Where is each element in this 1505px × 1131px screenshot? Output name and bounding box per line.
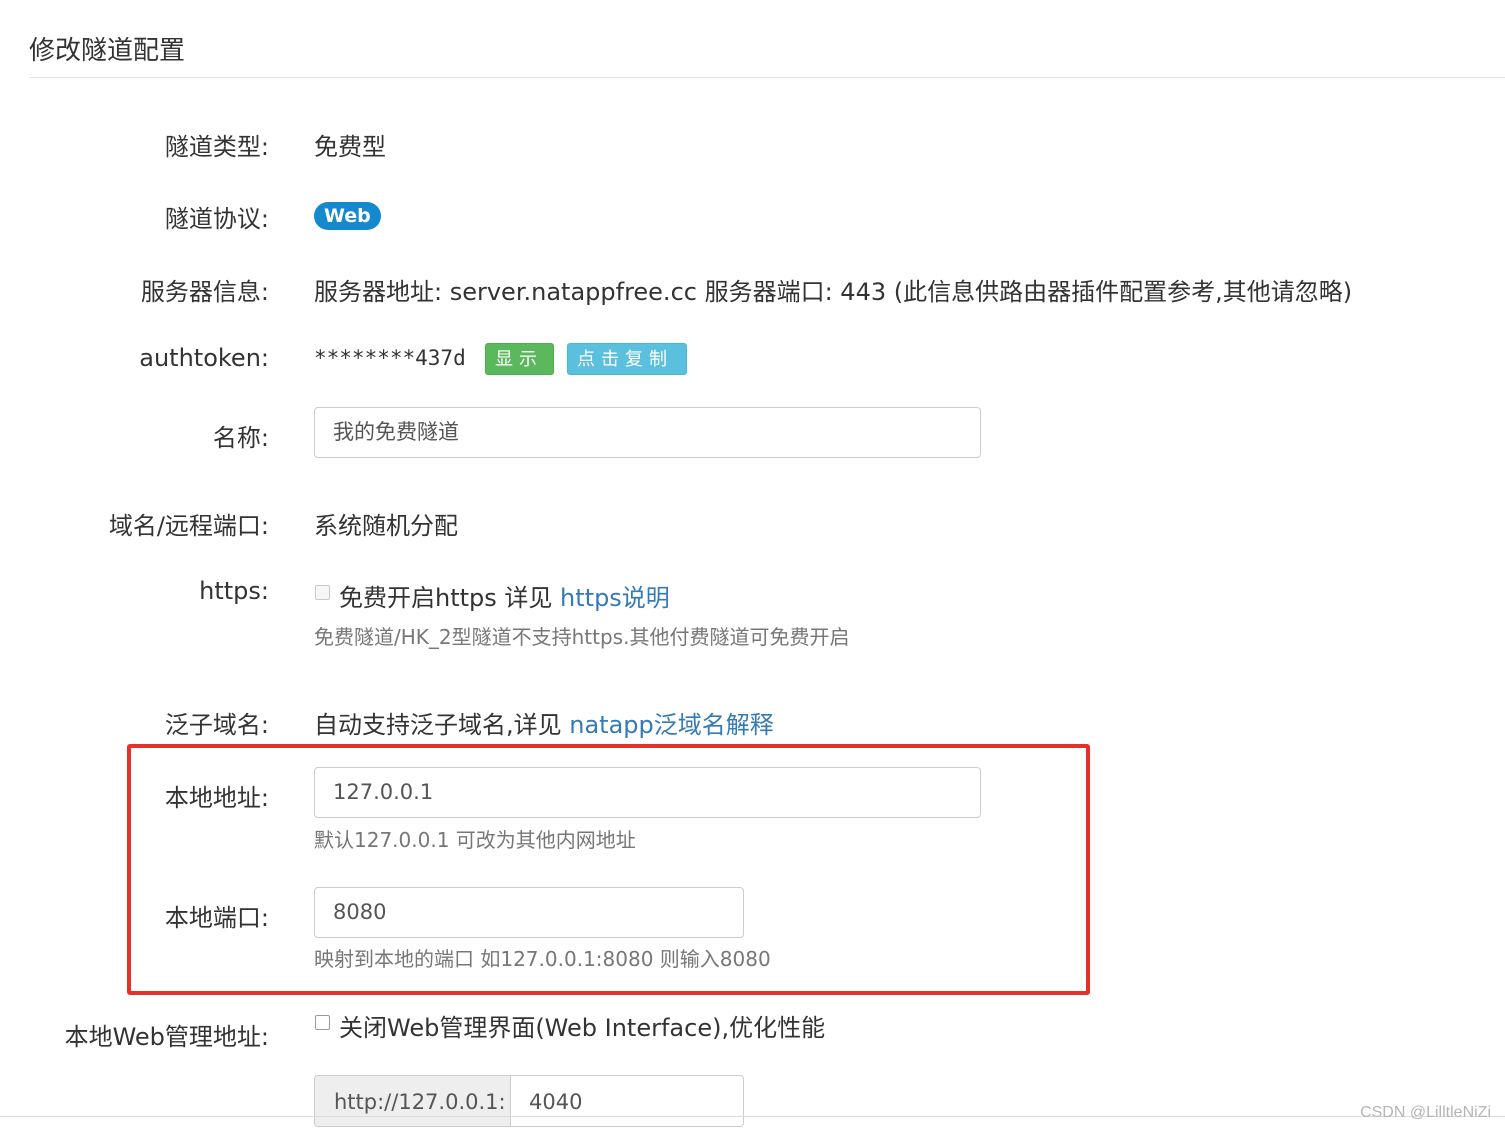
tunnel-type-label: 隧道类型: [164,133,269,161]
name-input-value: 我的免费隧道 [333,420,459,444]
bottom-divider [0,1116,1505,1117]
web-admin-address-prefix: http://127.0.0.1: [315,1076,511,1126]
wildcard-value: 自动支持泛子域名,详见 natapp泛域名解释 [314,705,774,740]
authtoken-value: ********437d [314,346,466,370]
https-checkbox-text: 免费开启https 详见 https说明 [339,578,670,613]
web-admin-label: 本地Web管理地址: [64,1023,269,1051]
web-admin-port-input[interactable]: 4040 [511,1076,743,1126]
https-help-link[interactable]: https说明 [560,584,670,612]
wildcard-label: 泛子域名: [164,711,269,739]
local-port-value: 8080 [333,900,387,924]
wildcard-link[interactable]: natapp泛域名解释 [569,711,774,739]
local-port-help: 映射到本地的端口 如127.0.0.1:8080 则输入8080 [314,947,771,971]
https-help-text: 免费隧道/HK_2型隧道不支持https.其他付费隧道可免费开启 [314,625,850,649]
tunnel-protocol-label: 隧道协议: [164,205,269,233]
web-admin-checkbox[interactable] [315,1015,330,1030]
protocol-badge: Web [314,202,381,230]
domain-value: 系统随机分配 [314,512,458,540]
page-title: 修改隧道配置 [29,36,186,66]
https-label: https: [199,577,269,605]
local-port-input[interactable]: 8080 [314,887,744,938]
title-divider [29,77,1505,78]
local-address-help: 默认127.0.0.1 可改为其他内网地址 [314,828,636,852]
name-input[interactable]: 我的免费隧道 [314,407,981,458]
authtoken-label: authtoken: [139,344,269,372]
wildcard-text: 自动支持泛子域名,详见 [314,711,570,739]
server-info-value: 服务器地址: server.natappfree.cc 服务器端口: 443 (… [314,278,1353,306]
copy-token-button[interactable]: 点击复制 [567,343,687,375]
server-info-label: 服务器信息: [140,278,269,306]
domain-label: 域名/远程端口: [108,512,269,540]
watermark: CSDN @LilltleNiZi [1360,1104,1491,1121]
name-label: 名称: [212,424,269,452]
web-admin-address-group: http://127.0.0.1: 4040 [314,1075,744,1127]
local-address-input[interactable]: 127.0.0.1 [314,767,981,818]
tunnel-type-value: 免费型 [314,133,386,161]
local-address-value: 127.0.0.1 [333,780,434,804]
local-address-label: 本地地址: [164,784,269,812]
web-admin-checkbox-text: 关闭Web管理界面(Web Interface),优化性能 [339,1014,826,1042]
https-checkbox[interactable] [315,585,330,600]
show-token-button[interactable]: 显示 [485,343,554,375]
https-checkbox-label: 免费开启https 详见 [339,584,561,612]
local-port-label: 本地端口: [164,904,269,932]
